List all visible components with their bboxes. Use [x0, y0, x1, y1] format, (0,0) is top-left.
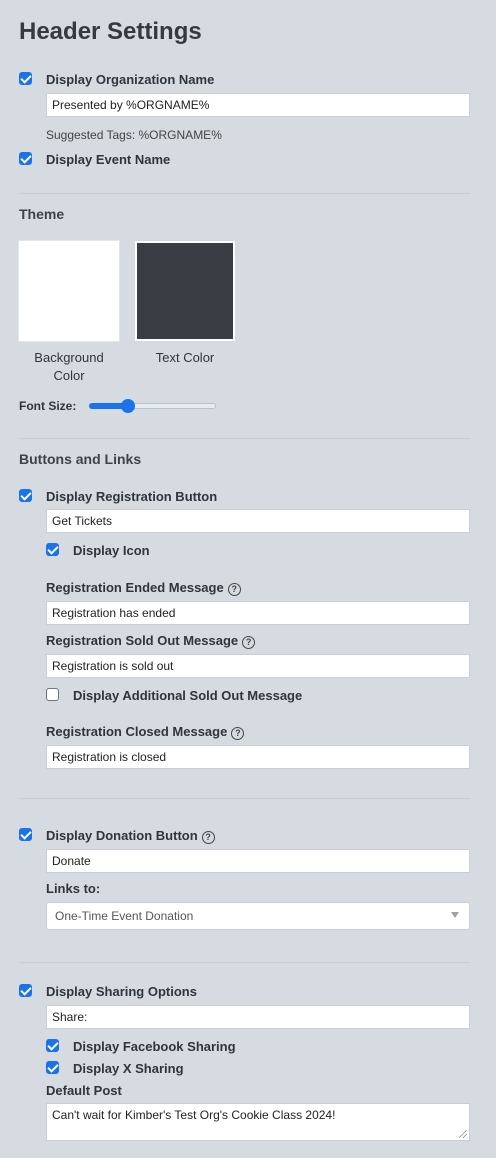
registration-button-text-input[interactable]: Get Tickets	[46, 509, 470, 533]
question-circle-icon[interactable]: ?	[201, 831, 215, 844]
registration-sold-out-label: Registration Sold Out Message?	[46, 633, 256, 649]
default-post-label: Default Post	[46, 1083, 122, 1098]
font-size-label: Font Size:	[19, 399, 77, 413]
registration-ended-label: Registration Ended Message?	[46, 580, 241, 596]
display-org-name-label: Display Organization Name	[46, 72, 215, 87]
links-to-label: Links to:	[46, 881, 101, 896]
registration-ended-input[interactable]: Registration has ended	[46, 601, 470, 625]
divider	[19, 962, 470, 963]
chevron-down-icon	[451, 912, 459, 918]
display-additional-sold-out-checkbox[interactable]	[46, 688, 59, 701]
display-facebook-sharing-label: Display Facebook Sharing	[73, 1039, 236, 1054]
divider	[19, 438, 470, 439]
display-event-name-checkbox[interactable]	[19, 152, 32, 165]
display-registration-button-label: Display Registration Button	[46, 489, 218, 504]
default-post-text: Can't wait for Kimber's Test Org's Cooki…	[52, 1108, 336, 1122]
text-color-caption: Text Color	[155, 350, 215, 365]
display-org-name-checkbox[interactable]	[19, 72, 32, 85]
links-to-select[interactable]: One-Time Event Donation	[46, 902, 470, 930]
suggested-tags-hint: Suggested Tags: %ORGNAME%	[46, 128, 222, 142]
display-facebook-sharing-checkbox[interactable]	[46, 1039, 59, 1052]
divider	[19, 193, 470, 194]
sharing-text-input[interactable]: Share:	[46, 1005, 470, 1029]
font-size-slider-thumb[interactable]	[120, 399, 135, 413]
display-icon-checkbox[interactable]	[46, 543, 59, 556]
divider	[19, 798, 470, 799]
background-color-caption: Background Color	[34, 350, 104, 383]
default-post-textarea[interactable]: Can't wait for Kimber's Test Org's Cooki…	[46, 1103, 470, 1141]
display-event-name-label: Display Event Name	[46, 152, 171, 167]
background-color-swatch[interactable]	[19, 241, 119, 341]
display-x-sharing-checkbox[interactable]	[46, 1061, 59, 1074]
resize-grip-icon[interactable]	[459, 1130, 467, 1138]
display-sharing-options-label: Display Sharing Options	[46, 984, 197, 999]
registration-closed-label: Registration Closed Message?	[46, 724, 245, 740]
buttons-links-heading: Buttons and Links	[19, 451, 142, 467]
question-circle-icon[interactable]: ?	[242, 636, 256, 649]
registration-closed-input[interactable]: Registration is closed	[46, 745, 470, 769]
display-icon-label: Display Icon	[73, 543, 150, 558]
theme-heading: Theme	[19, 206, 65, 222]
page-title: Header Settings	[19, 18, 202, 45]
question-circle-icon[interactable]: ?	[227, 583, 241, 596]
org-name-input[interactable]: Presented by %ORGNAME%	[46, 93, 470, 117]
display-additional-sold-out-label: Display Additional Sold Out Message	[73, 688, 303, 703]
question-circle-icon[interactable]: ?	[231, 727, 245, 740]
donation-button-text-input[interactable]: Donate	[46, 849, 470, 873]
links-to-selected-value: One-Time Event Donation	[55, 909, 194, 923]
display-sharing-options-checkbox[interactable]	[19, 984, 32, 997]
display-donation-button-label: Display Donation Button?	[46, 828, 215, 844]
registration-sold-out-input[interactable]: Registration is sold out	[46, 654, 470, 678]
display-x-sharing-label: Display X Sharing	[73, 1061, 184, 1076]
display-donation-button-checkbox[interactable]	[19, 828, 32, 841]
text-color-swatch[interactable]	[135, 241, 235, 341]
display-registration-button-checkbox[interactable]	[19, 489, 32, 502]
